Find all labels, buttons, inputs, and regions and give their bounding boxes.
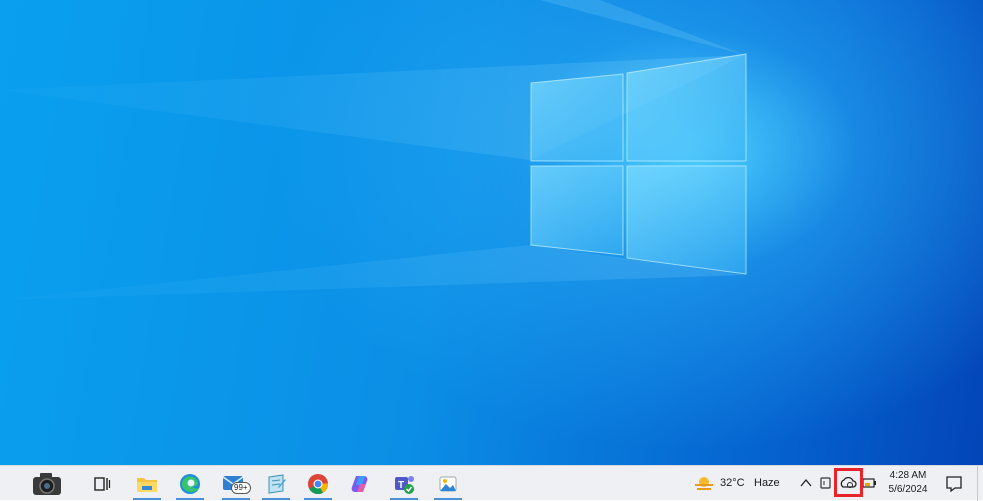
photos-icon [439,476,457,491]
clock[interactable]: 4:28 AM 5/6/2024 [880,469,936,497]
taskbar-app-file-explorer[interactable] [127,466,167,501]
windows-logo [530,53,747,275]
chevron-up-icon [800,478,812,487]
taskbar-app-notepad[interactable] [256,466,296,501]
weather-temperature: 32°C [720,477,745,489]
teams-icon: T [395,475,414,494]
mail-unread-badge: 99+ [231,482,251,494]
chrome-icon [308,473,328,494]
annotation-highlight-box [834,468,863,497]
show-desktop-button[interactable] [977,466,983,501]
taskbar-task-view[interactable] [82,466,122,501]
taskbar-app-teams[interactable]: T [384,466,424,501]
weather-condition: Haze [754,477,780,489]
edge-icon [180,473,200,494]
notification-icon [946,476,962,493]
weather-widget[interactable]: 32°C Haze [690,466,782,501]
svg-text:T: T [398,480,404,491]
folder-icon [137,477,157,492]
clock-date: 5/6/2024 [888,484,928,495]
clock-time: 4:28 AM [889,470,927,481]
tray-device-icon[interactable] [818,474,834,492]
taskbar-app-chrome[interactable] [298,466,338,501]
taskbar-app-photos[interactable] [428,466,468,501]
desktop-wallpaper[interactable] [0,0,983,465]
copilot-icon [351,475,368,492]
haze-icon [695,477,713,490]
tray-battery-icon[interactable] [862,474,878,492]
battery-icon [862,478,876,488]
action-center-button[interactable] [944,474,964,494]
task-view-icon [94,476,111,491]
show-hidden-icons-button[interactable] [797,474,815,492]
taskbar-app-edge[interactable] [170,466,210,501]
meet-now-icon [820,477,831,489]
taskbar-app-camera[interactable] [22,466,72,501]
camera-icon [33,472,61,495]
taskbar-app-copilot[interactable] [341,466,381,501]
taskbar-app-mail[interactable]: 99+ [216,466,256,501]
wallpaper-art [0,0,747,300]
notepad-icon [268,473,286,494]
